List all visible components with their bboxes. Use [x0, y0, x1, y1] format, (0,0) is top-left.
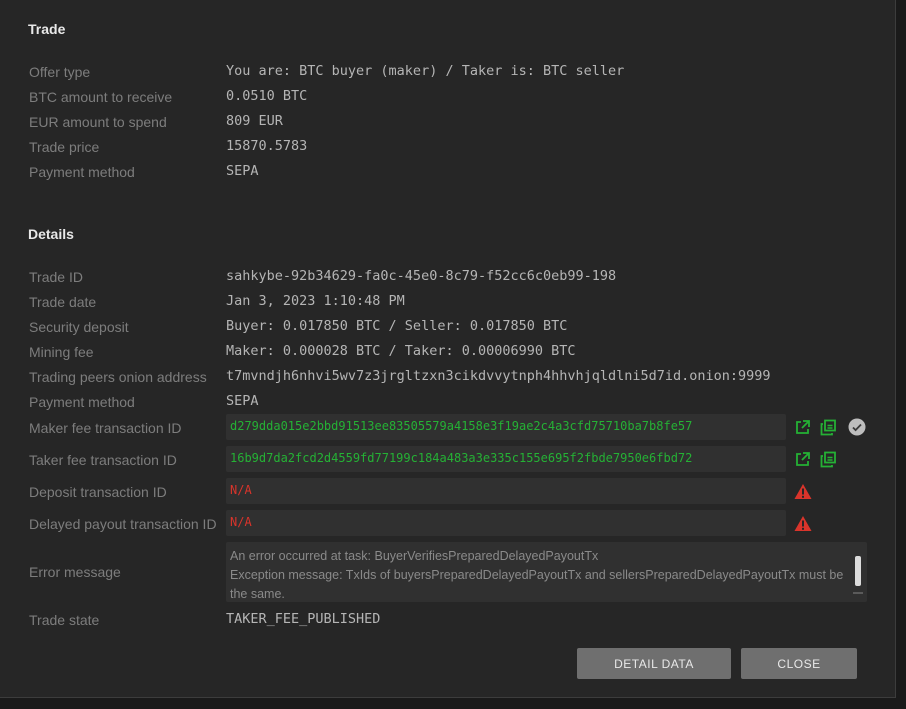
offer-type-value: You are: BTC buyer (maker) / Taker is: B… — [226, 63, 625, 79]
taker-fee-tx-label: Taker fee transaction ID — [29, 452, 177, 468]
onion-address-label: Trading peers onion address — [29, 369, 207, 385]
trade-id-label: Trade ID — [29, 269, 83, 285]
trade-price-label: Trade price — [29, 139, 100, 155]
trade-id-value: sahkybe-92b34629-fa0c-45e0-8c79-f52cc6c0… — [226, 268, 617, 284]
offer-type-row: Offer type You are: BTC buyer (maker) / … — [0, 60, 896, 85]
deposit-tx-row: Deposit transaction ID N/A — [0, 478, 896, 504]
deposit-tx-field[interactable]: N/A — [226, 478, 786, 504]
close-button[interactable]: CLOSE — [741, 648, 857, 679]
delayed-payout-tx-row: Delayed payout transaction ID N/A — [0, 510, 896, 536]
delayed-payout-tx-field[interactable]: N/A — [226, 510, 786, 536]
error-message-box[interactable]: An error occurred at task: BuyerVerifies… — [226, 542, 867, 602]
details-payment-method-row: Payment method SEPA — [0, 390, 896, 415]
trade-id-row: Trade ID sahkybe-92b34629-fa0c-45e0-8c79… — [0, 265, 896, 290]
trade-state-row: Trade state TAKER_FEE_PUBLISHED — [0, 608, 896, 633]
trade-date-row: Trade date Jan 3, 2023 1:10:48 PM — [0, 290, 896, 315]
onion-address-row: Trading peers onion address t7mvndjh6nhv… — [0, 365, 896, 390]
eur-amount-label: EUR amount to spend — [29, 114, 167, 130]
maker-fee-tx-row: Maker fee transaction ID d279dda015e2bbd… — [0, 414, 896, 440]
details-section-title: Details — [28, 226, 74, 242]
mining-fee-value: Maker: 0.000028 BTC / Taker: 0.00006990 … — [226, 343, 576, 359]
trade-date-label: Trade date — [29, 294, 97, 310]
trade-price-row: Trade price 15870.5783 — [0, 135, 896, 160]
security-deposit-label: Security deposit — [29, 319, 129, 335]
confirmed-check-icon — [848, 418, 866, 436]
trade-section-title: Trade — [28, 21, 66, 37]
eur-amount-row: EUR amount to spend 809 EUR — [0, 110, 896, 135]
btc-amount-label: BTC amount to receive — [29, 89, 173, 105]
mining-fee-row: Mining fee Maker: 0.000028 BTC / Taker: … — [0, 340, 896, 365]
error-message-label: Error message — [29, 564, 121, 580]
error-message-text: An error occurred at task: BuyerVerifies… — [230, 549, 844, 601]
taker-fee-tx-row: Taker fee transaction ID 16b9d7da2fcd2d4… — [0, 446, 896, 472]
warning-icon — [794, 515, 812, 533]
copy-icon[interactable] — [820, 419, 838, 437]
maker-fee-tx-label: Maker fee transaction ID — [29, 420, 182, 436]
offer-type-label: Offer type — [29, 64, 91, 80]
eur-amount-value: 809 EUR — [226, 113, 283, 129]
mining-fee-label: Mining fee — [29, 344, 94, 360]
trade-date-value: Jan 3, 2023 1:10:48 PM — [226, 293, 405, 309]
payment-method-row: Payment method SEPA — [0, 160, 896, 185]
btc-amount-row: BTC amount to receive 0.0510 BTC — [0, 85, 896, 110]
btc-amount-value: 0.0510 BTC — [226, 88, 308, 104]
payment-method-label: Payment method — [29, 164, 135, 180]
delayed-payout-tx-label: Delayed payout transaction ID — [29, 516, 217, 532]
onion-address-value: t7mvndjh6nhvi5wv7z3jrgltzxn3cikdvvytnph4… — [226, 368, 771, 384]
maker-fee-tx-field[interactable]: d279dda015e2bbd91513ee83505579a4158e3f19… — [226, 414, 786, 440]
security-deposit-row: Security deposit Buyer: 0.017850 BTC / S… — [0, 315, 896, 340]
security-deposit-value: Buyer: 0.017850 BTC / Seller: 0.017850 B… — [226, 318, 568, 334]
detail-data-button[interactable]: DETAIL DATA — [577, 648, 731, 679]
details-payment-method-label: Payment method — [29, 394, 135, 410]
open-external-icon[interactable] — [794, 419, 812, 437]
trade-state-value: TAKER_FEE_PUBLISHED — [226, 611, 381, 627]
taker-fee-tx-field[interactable]: 16b9d7da2fcd2d4559fd77199c184a483a3e335c… — [226, 446, 786, 472]
payment-method-value: SEPA — [226, 163, 259, 179]
error-scrollbar-end — [853, 592, 863, 594]
error-scrollbar[interactable] — [853, 546, 863, 598]
trade-details-dialog: Trade Offer type You are: BTC buyer (mak… — [0, 0, 896, 698]
error-scrollbar-thumb[interactable] — [855, 556, 861, 586]
copy-icon[interactable] — [820, 451, 838, 469]
details-payment-method-value: SEPA — [226, 393, 259, 409]
warning-icon — [794, 483, 812, 501]
open-external-icon[interactable] — [794, 451, 812, 469]
trade-price-value: 15870.5783 — [226, 138, 308, 154]
deposit-tx-label: Deposit transaction ID — [29, 484, 167, 500]
trade-state-label: Trade state — [29, 612, 100, 628]
